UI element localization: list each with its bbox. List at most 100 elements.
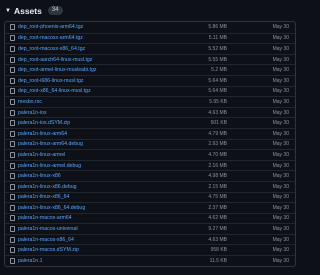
- asset-date: May 30: [272, 215, 289, 222]
- asset-size: 2.15 MB: [208, 183, 227, 190]
- asset-size: 5.55 MB: [208, 56, 227, 63]
- asset-download-link[interactable]: dep_root-macosx-arm64.tgz: [18, 35, 177, 41]
- asset-download-link[interactable]: palera1n-macos.dSYM.zip: [18, 247, 177, 253]
- asset-date: May 30: [272, 88, 289, 95]
- asset-date: May 30: [272, 56, 289, 63]
- asset-size: 4.63 MB: [208, 236, 227, 243]
- asset-download-link[interactable]: palera1n-linux-x86_64: [18, 194, 177, 200]
- asset-row: palera1n-linux-x86 4.98 MB May 30: [5, 170, 295, 181]
- asset-row: dep_root-macosx-x86_64.tgz 5.52 MB May 30: [5, 43, 295, 54]
- asset-download-link[interactable]: palera1n.1: [18, 258, 177, 264]
- asset-size: 2.93 MB: [208, 141, 227, 148]
- asset-download-link[interactable]: palera1n-linux-armel: [18, 152, 177, 158]
- asset-date: May 30: [272, 226, 289, 233]
- asset-date: May 30: [272, 236, 289, 243]
- asset-download-link[interactable]: palera1n-linux-armel.debug: [18, 163, 177, 169]
- asset-download-link[interactable]: palera1n-macos-arm64: [18, 215, 177, 221]
- asset-row: palera1n-linux-x86_64.debug 2.37 MB May 30: [5, 202, 295, 213]
- asset-date: May 30: [272, 67, 289, 74]
- file-icon: [10, 77, 15, 84]
- asset-size: 4.63 MB: [208, 109, 227, 116]
- assets-count-badge: 34: [47, 6, 63, 15]
- asset-date: May 30: [272, 120, 289, 127]
- asset-date: May 30: [272, 130, 289, 137]
- file-icon: [10, 141, 15, 148]
- file-icon: [10, 183, 15, 190]
- asset-size: 2.37 MB: [208, 204, 227, 211]
- asset-row: palera1n-macos-arm64 4.62 MB May 30: [5, 212, 295, 224]
- asset-download-link[interactable]: palera1n-ios.dSYM.zip: [18, 120, 177, 126]
- file-icon: [10, 109, 15, 116]
- asset-size: 5.95 KB: [209, 98, 227, 105]
- asset-size: 5.64 MB: [208, 77, 227, 84]
- asset-size: 4.75 MB: [208, 194, 227, 201]
- asset-download-link[interactable]: palera1n-macos-x86_64: [18, 237, 177, 243]
- file-icon: [10, 35, 15, 42]
- asset-date: May 30: [272, 35, 289, 42]
- asset-size: 4.98 MB: [208, 173, 227, 180]
- file-icon: [10, 88, 15, 95]
- asset-row: dep_root-x86_64-linux-musl.tgz 5.64 MB May…: [5, 85, 295, 97]
- asset-date: May 30: [272, 247, 289, 254]
- asset-row: palera1n-linux-arm64 4.79 MB May 30: [5, 127, 295, 139]
- file-icon: [10, 236, 15, 243]
- file-icon: [10, 67, 15, 74]
- asset-download-link[interactable]: dep_root-macosx-x86_64.tgz: [18, 46, 177, 52]
- asset-download-link[interactable]: palera1n-linux-x86: [18, 173, 177, 179]
- asset-size: 4.70 MB: [208, 151, 227, 158]
- asset-download-link[interactable]: palera1n-linux-x86.debug: [18, 184, 177, 190]
- asset-size: 5.2 MB: [211, 67, 227, 74]
- asset-size: 2.16 MB: [208, 162, 227, 169]
- asset-date: May 30: [272, 173, 289, 180]
- file-icon: [10, 204, 15, 211]
- assets-title: Assets: [13, 5, 42, 16]
- file-icon: [10, 130, 15, 137]
- asset-size: 9.27 MB: [208, 226, 227, 233]
- file-icon: [10, 151, 15, 158]
- asset-row: palera1n-linux-x86_64 4.75 MB May 30: [5, 191, 295, 203]
- file-icon: [10, 215, 15, 222]
- asset-size: 5.64 MB: [208, 88, 227, 95]
- caret-down-icon[interactable]: ▼: [5, 8, 11, 14]
- asset-download-link[interactable]: mesbo.rsc: [18, 99, 177, 105]
- asset-download-link[interactable]: dep_root-armel-linux-musleabi.tgz: [18, 67, 177, 73]
- asset-date: May 30: [272, 77, 289, 84]
- asset-download-link[interactable]: palera1n-linux-arm64: [18, 131, 177, 137]
- asset-row: palera1n-macos-universal 9.27 MB May 30: [5, 223, 295, 234]
- asset-date: May 30: [272, 204, 289, 211]
- asset-date: May 30: [272, 24, 289, 31]
- asset-date: May 30: [272, 194, 289, 201]
- asset-row: palera1n.1 11.5 KB May 30: [5, 255, 295, 266]
- asset-download-link[interactable]: palera1n-linux-x86_64.debug: [18, 205, 177, 211]
- asset-size: 11.5 KB: [209, 257, 227, 264]
- asset-row: palera1n-ios 4.63 MB May 30: [5, 106, 295, 118]
- asset-download-link[interactable]: palera1n-macos-universal: [18, 226, 177, 232]
- asset-download-link[interactable]: palera1n-ios: [18, 110, 177, 116]
- file-icon: [10, 162, 15, 169]
- asset-date: May 30: [272, 98, 289, 105]
- asset-download-link[interactable]: dep_root-i686-linux-musl.tgz: [18, 78, 177, 84]
- file-icon: [10, 98, 15, 105]
- asset-download-link[interactable]: dep_root-aarch64-linux-musl.tgz: [18, 57, 177, 63]
- file-icon: [10, 56, 15, 63]
- asset-download-link[interactable]: dep_root-phoenix-arm64.tgz: [18, 24, 177, 30]
- asset-size: 5.86 MB: [208, 24, 227, 31]
- file-icon: [10, 24, 15, 31]
- asset-size: 958 KB: [210, 247, 227, 254]
- file-icon: [10, 173, 15, 180]
- file-icon: [10, 194, 15, 201]
- file-icon: [10, 45, 15, 52]
- asset-row: palera1n-linux-x86.debug 2.15 MB May 30: [5, 180, 295, 192]
- asset-row: dep_root-i686-linux-musl.tgz 5.64 MB May 3…: [5, 74, 295, 86]
- asset-download-link[interactable]: dep_root-x86_64-linux-musl.tgz: [18, 88, 177, 94]
- asset-date: May 30: [272, 183, 289, 190]
- file-icon: [10, 247, 15, 254]
- asset-size: 501 KB: [210, 120, 227, 127]
- assets-header[interactable]: ▼ Assets 34: [0, 0, 300, 21]
- file-icon: [10, 226, 15, 233]
- asset-size: 4.62 MB: [208, 215, 227, 222]
- file-icon: [10, 120, 15, 127]
- asset-download-link[interactable]: palera1n-linux-arm64.debug: [18, 141, 177, 147]
- asset-row: dep_root-macosx-arm64.tgz 5.11 MB May 30: [5, 32, 295, 44]
- asset-size: 5.52 MB: [208, 45, 227, 52]
